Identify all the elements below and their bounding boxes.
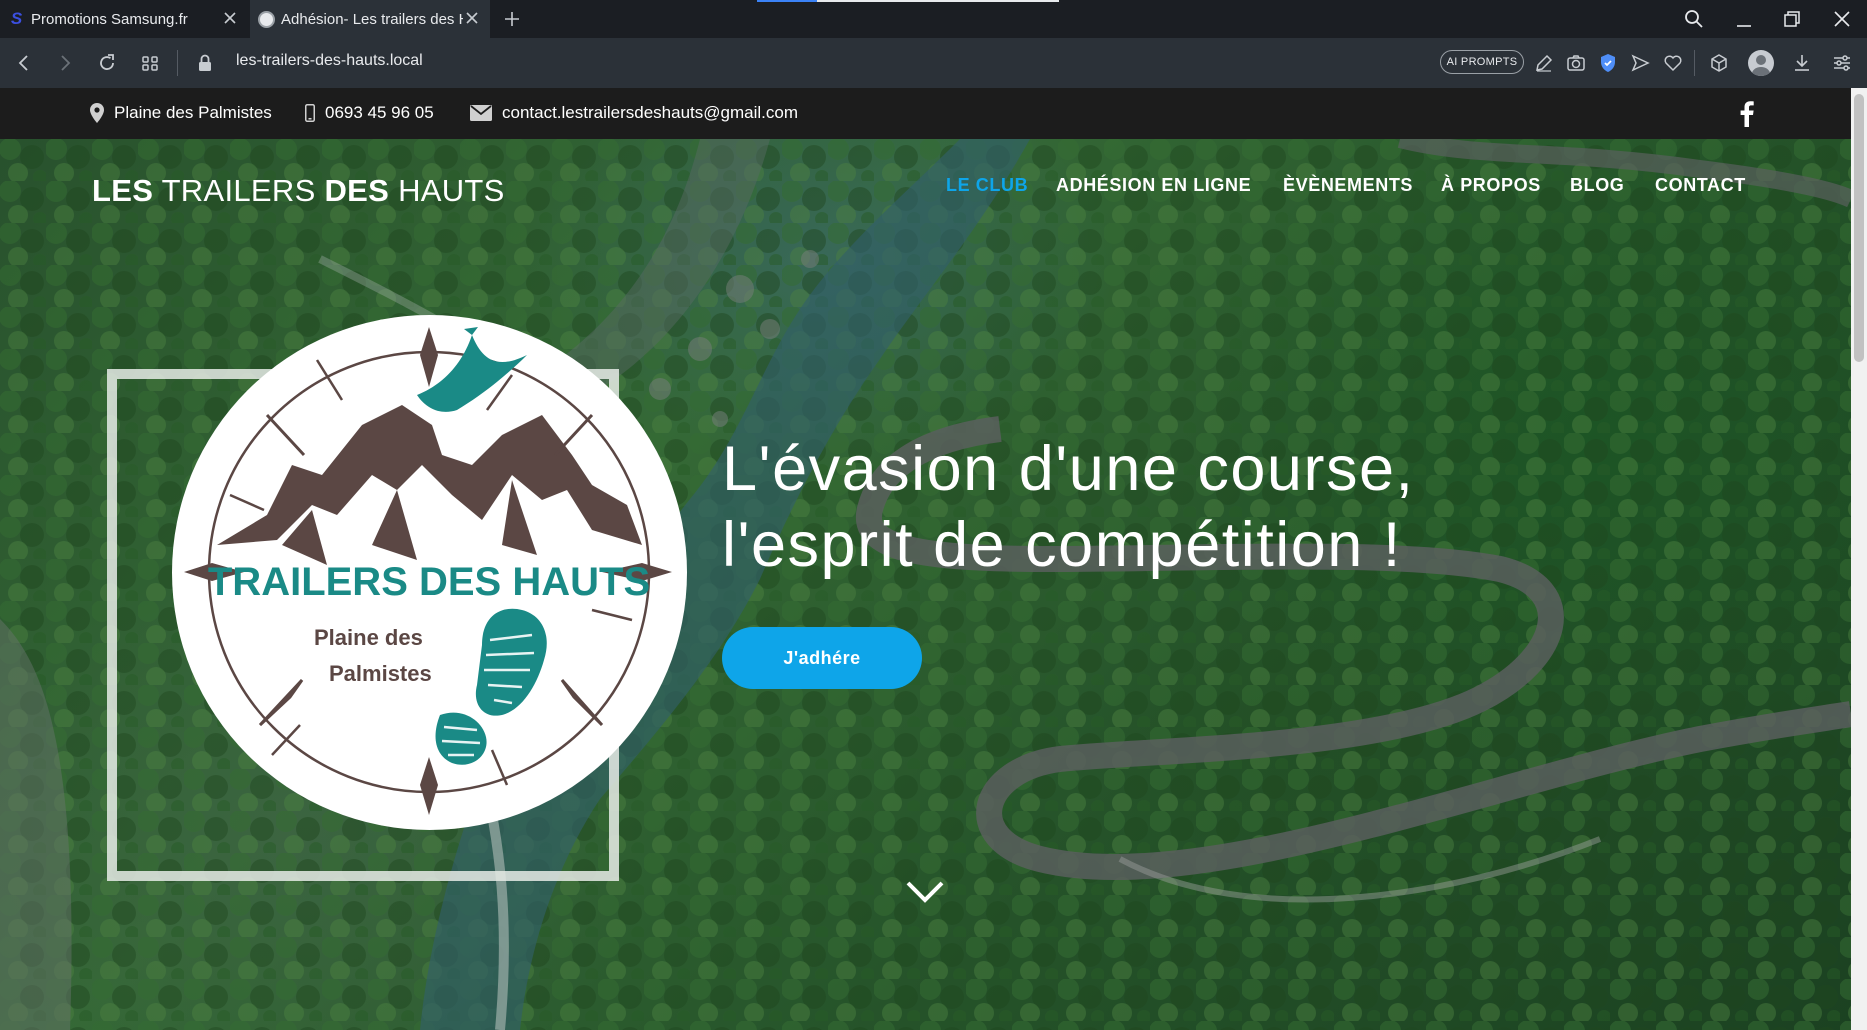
headline-line: l'esprit de compétition ! bbox=[722, 510, 1402, 580]
hero-section: LES TRAILERS DES HAUTS LE CLUB ADHÉSION … bbox=[0, 139, 1851, 1030]
globe-icon bbox=[258, 10, 275, 28]
site-brand[interactable]: LES TRAILERS DES HAUTS bbox=[92, 173, 505, 209]
toolbar-divider bbox=[1694, 50, 1695, 76]
club-logo: TRAILERS DES HAUTS Plaine des Palmistes bbox=[172, 315, 687, 830]
envelope-icon bbox=[470, 105, 492, 121]
brand-word: LES bbox=[92, 173, 154, 208]
phone-info[interactable]: 0693 45 96 05 bbox=[305, 103, 434, 123]
box-icon[interactable] bbox=[1707, 51, 1731, 75]
user-icon bbox=[1752, 55, 1770, 76]
tab-promotions-samsung[interactable]: S Promotions Samsung.fr bbox=[0, 0, 248, 38]
join-button[interactable]: J'adhére bbox=[722, 627, 922, 689]
scrollbar[interactable] bbox=[1851, 88, 1867, 1030]
samsung-s-icon: S bbox=[10, 9, 23, 28]
nav-evenements[interactable]: ÈVÈNEMENTS bbox=[1283, 175, 1413, 196]
nav-adhesion-en-ligne[interactable]: ADHÉSION EN LIGNE bbox=[1056, 175, 1251, 196]
logo-subtitle-2: Palmistes bbox=[329, 661, 432, 686]
nav-contact[interactable]: CONTACT bbox=[1655, 175, 1746, 196]
phone-text[interactable]: 0693 45 96 05 bbox=[325, 103, 434, 123]
location-text: Plaine des Palmistes bbox=[114, 103, 272, 122]
minimize-icon[interactable] bbox=[1732, 7, 1756, 31]
contact-topbar: Plaine des Palmistes 0693 45 96 05 conta… bbox=[0, 88, 1851, 139]
facebook-icon[interactable] bbox=[1740, 100, 1754, 127]
tab-title: Adhésion- Les trailers des Hauts bbox=[281, 10, 463, 28]
brand-word: TRAILERS bbox=[161, 173, 316, 208]
email-text[interactable]: contact.lestrailersdeshauts@gmail.com bbox=[502, 103, 798, 123]
heart-icon[interactable] bbox=[1661, 51, 1685, 75]
send-icon[interactable] bbox=[1628, 51, 1652, 75]
tab-title: Promotions Samsung.fr bbox=[31, 10, 188, 28]
logo-title: TRAILERS DES HAUTS bbox=[208, 560, 650, 604]
profile-avatar[interactable] bbox=[1748, 50, 1774, 76]
browser-tab-bar: S Promotions Samsung.fr Adhésion- Les tr… bbox=[0, 0, 1867, 38]
logo-subtitle-1: Plaine des bbox=[314, 625, 423, 650]
nav-le-club[interactable]: LE CLUB bbox=[946, 175, 1028, 196]
loading-indicator-progress bbox=[757, 0, 817, 2]
email-info[interactable]: contact.lestrailersdeshauts@gmail.com bbox=[470, 103, 798, 123]
ai-prompts-button[interactable]: AI PROMPTS bbox=[1440, 50, 1524, 74]
camera-icon[interactable] bbox=[1564, 51, 1588, 75]
toolbar-divider bbox=[177, 50, 178, 76]
shield-icon[interactable] bbox=[1596, 51, 1620, 75]
nav-a-propos[interactable]: À PROPOS bbox=[1441, 175, 1541, 196]
browser-toolbar: les-trailers-des-hauts.local AI PROMPTS bbox=[0, 38, 1867, 88]
address-bar[interactable]: les-trailers-des-hauts.local bbox=[236, 52, 423, 70]
close-window-icon[interactable] bbox=[1830, 7, 1854, 31]
edit-icon[interactable] bbox=[1532, 51, 1556, 75]
search-icon[interactable] bbox=[1682, 7, 1706, 31]
close-tab-icon[interactable] bbox=[464, 10, 480, 26]
headline-line: L'évasion d'une course, bbox=[722, 434, 1415, 504]
settings-icon[interactable] bbox=[1830, 51, 1854, 75]
reload-icon[interactable] bbox=[95, 51, 119, 75]
lock-icon[interactable] bbox=[193, 51, 217, 75]
chevron-down-icon[interactable] bbox=[904, 879, 946, 905]
tab-adhesion[interactable]: Adhésion- Les trailers des Hauts bbox=[250, 0, 490, 38]
hero-headline: L'évasion d'une course, l'esprit de comp… bbox=[722, 431, 1415, 583]
brand-word: DES bbox=[324, 173, 390, 208]
close-tab-icon[interactable] bbox=[222, 10, 238, 26]
forward-icon[interactable] bbox=[53, 51, 77, 75]
scrollbar-thumb[interactable] bbox=[1854, 94, 1864, 362]
page-viewport: Plaine des Palmistes 0693 45 96 05 conta… bbox=[0, 88, 1851, 1030]
restore-icon[interactable] bbox=[1780, 7, 1804, 31]
new-tab-icon[interactable] bbox=[502, 9, 522, 29]
mobile-phone-icon bbox=[305, 104, 315, 122]
brand-word: HAUTS bbox=[398, 173, 505, 208]
speed-dial-icon[interactable] bbox=[138, 51, 162, 75]
download-icon[interactable] bbox=[1790, 51, 1814, 75]
nav-blog[interactable]: BLOG bbox=[1570, 175, 1624, 196]
back-icon[interactable] bbox=[12, 51, 36, 75]
compass-mountain-emblem: TRAILERS DES HAUTS Plaine des Palmistes bbox=[184, 327, 672, 815]
map-pin-icon bbox=[90, 103, 104, 123]
location-info: Plaine des Palmistes bbox=[90, 103, 272, 123]
